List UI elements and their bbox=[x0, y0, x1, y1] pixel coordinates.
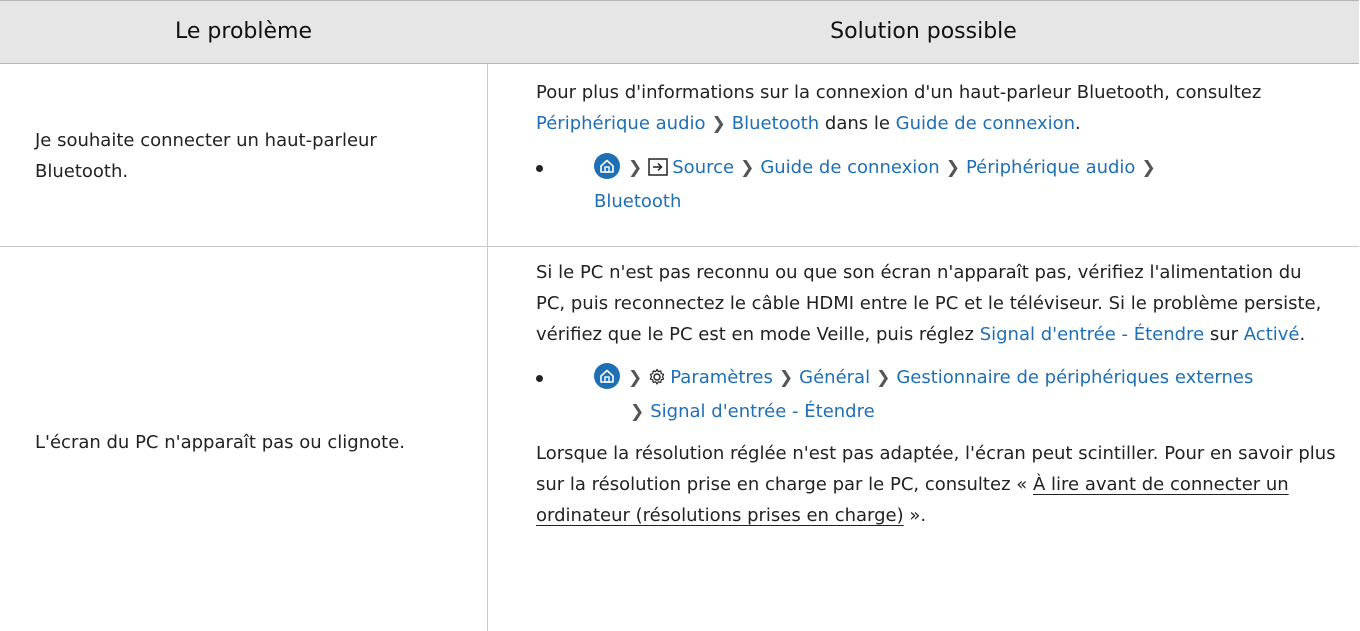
solution-paragraph: Si le PC n'est pas reconnu ou que son éc… bbox=[536, 257, 1336, 350]
table-row: Je souhaite connecter un haut-parleur Bl… bbox=[0, 64, 1359, 247]
solution-text: . bbox=[1299, 324, 1306, 345]
link-input-signal-plus[interactable]: Signal d'entrée - Étendre bbox=[980, 324, 1204, 345]
solution-text: Pour plus d'informations sur la connexio… bbox=[536, 82, 1262, 103]
link-enabled[interactable]: Activé bbox=[1244, 324, 1300, 345]
chevron-right-icon: ❯ bbox=[628, 368, 643, 388]
solution-text: Si le PC n'est pas reconnu ou que son éc… bbox=[536, 262, 1322, 345]
settings-icon bbox=[648, 365, 666, 396]
path-settings[interactable]: Paramètres bbox=[670, 367, 773, 388]
chevron-right-icon: ❯ bbox=[945, 158, 960, 178]
home-icon bbox=[594, 153, 620, 179]
path-connection-guide[interactable]: Guide de connexion bbox=[760, 157, 939, 178]
table-row: L'écran du PC n'apparaît pas ou clignote… bbox=[0, 247, 1359, 631]
solution-text: ». bbox=[909, 505, 927, 526]
home-icon bbox=[594, 363, 620, 389]
chevron-right-icon: ❯ bbox=[778, 368, 794, 388]
path-input-signal-plus[interactable]: Signal d'entrée - Étendre bbox=[650, 401, 874, 422]
solution-text: sur bbox=[1209, 324, 1239, 345]
chevron-right-icon: ❯ bbox=[628, 158, 643, 178]
header-solution: Solution possible bbox=[830, 19, 1017, 44]
path-external-device-manager[interactable]: Gestionnaire de périphériques externes bbox=[896, 367, 1253, 388]
problem-text: L'écran du PC n'apparaît pas ou clignote… bbox=[35, 432, 405, 453]
bullet bbox=[536, 375, 543, 382]
problem-text: Je souhaite connecter un haut-parleur Bl… bbox=[35, 130, 377, 182]
solution-text: . bbox=[1075, 113, 1081, 134]
solution-cell: Si le PC n'est pas reconnu ou que son éc… bbox=[536, 257, 1336, 531]
path-source[interactable]: Source bbox=[672, 157, 734, 178]
chevron-right-icon: ❯ bbox=[740, 158, 755, 178]
chevron-right-icon: ❯ bbox=[876, 368, 891, 388]
path-general[interactable]: Général bbox=[799, 367, 870, 388]
link-connection-guide[interactable]: Guide de connexion bbox=[896, 113, 1075, 134]
table-header: Le problème Solution possible bbox=[0, 0, 1359, 64]
menu-path: ❯ Source ❯ Guide de connexion ❯ Périphérique … bbox=[536, 152, 1336, 217]
solution-paragraph: Pour plus d'informations sur la connexio… bbox=[536, 77, 1336, 140]
chevron-right-icon: ❯ bbox=[711, 114, 726, 134]
link-bluetooth[interactable]: Bluetooth bbox=[732, 113, 819, 134]
chevron-right-icon: ❯ bbox=[1141, 158, 1156, 178]
troubleshooting-table: Le problème Solution possible Je souhait… bbox=[0, 0, 1359, 631]
source-icon bbox=[648, 155, 668, 186]
path-audio-device[interactable]: Périphérique audio bbox=[966, 157, 1136, 178]
menu-path: ❯ Paramètres ❯ Général ❯ Gestionnaire de péri… bbox=[536, 362, 1354, 428]
solution-paragraph: Lorsque la résolution réglée n'est pas a… bbox=[536, 438, 1336, 531]
solution-cell: Pour plus d'informations sur la connexio… bbox=[536, 77, 1336, 217]
bullet bbox=[536, 165, 543, 172]
link-audio-device[interactable]: Périphérique audio bbox=[536, 113, 706, 134]
header-problem: Le problème bbox=[175, 19, 312, 44]
chevron-right-icon: ❯ bbox=[630, 402, 645, 422]
solution-text: dans le bbox=[824, 113, 890, 134]
path-bluetooth[interactable]: Bluetooth bbox=[594, 191, 681, 212]
